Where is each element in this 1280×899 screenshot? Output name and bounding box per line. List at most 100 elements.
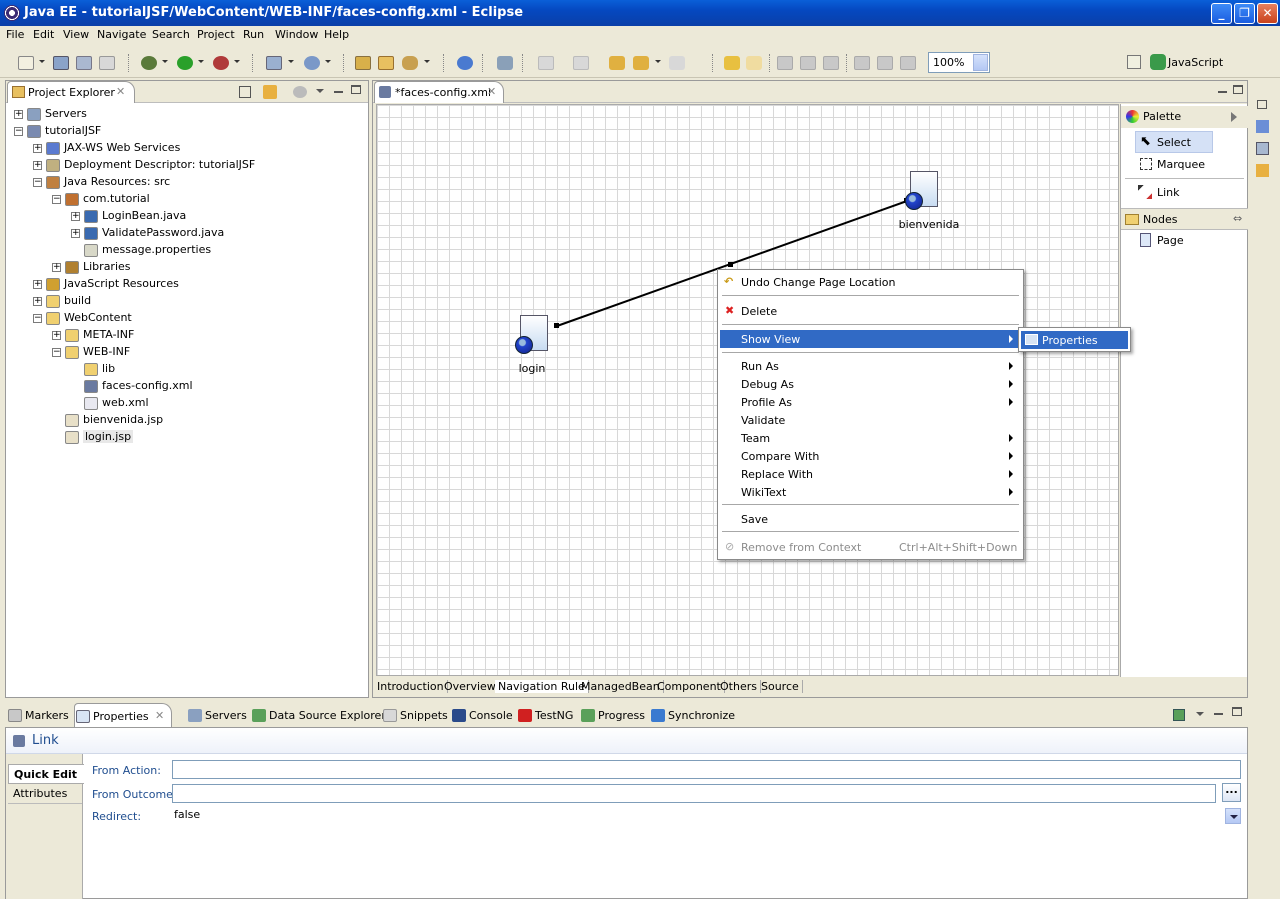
search-wand-icon[interactable] [402, 56, 418, 70]
expand-icon[interactable]: + [52, 263, 61, 272]
expand-icon[interactable]: + [33, 161, 42, 170]
from-outcome-field[interactable] [172, 784, 1216, 803]
save-all-icon[interactable] [76, 56, 92, 70]
side-tab-quick-edit[interactable]: Quick Edit [8, 764, 84, 784]
tree-item[interactable]: + Deployment Descriptor: tutorialJSF [6, 157, 366, 174]
menu-run[interactable]: Run [243, 28, 264, 41]
align-left-icon[interactable] [777, 56, 793, 70]
palette-item-page[interactable]: Page [1121, 230, 1248, 252]
tab-console[interactable]: Console [451, 706, 513, 726]
tree-item[interactable]: message.properties [6, 242, 366, 259]
new-icon[interactable] [18, 56, 34, 70]
collapse-icon[interactable]: − [33, 178, 42, 187]
tcp-monitor-icon[interactable] [497, 56, 513, 70]
collapse-icon[interactable]: − [52, 348, 61, 357]
new-server-dropdown-icon[interactable] [288, 60, 294, 63]
collapse-all-icon[interactable] [239, 86, 251, 98]
unpin-icon[interactable] [746, 56, 762, 70]
collapse-icon[interactable]: − [14, 127, 23, 136]
collapse-icon[interactable]: − [33, 314, 42, 323]
close-icon[interactable]: ✕ [116, 85, 125, 98]
view-menu-icon[interactable] [1196, 712, 1204, 716]
pin-view-icon[interactable] [1173, 709, 1185, 721]
previous-annotation-icon[interactable] [573, 56, 589, 70]
tab-project-explorer[interactable]: Project Explorer ✕ [7, 81, 135, 103]
tab-markers[interactable]: Markers [7, 706, 69, 726]
menu-item-remove-from-context[interactable]: ⊘ Remove from Context Ctrl+Alt+Shift+Dow… [720, 538, 1021, 556]
menu-navigate[interactable]: Navigate [97, 28, 146, 41]
tree-item[interactable]: faces-config.xml [6, 378, 366, 395]
web-service-dropdown-icon[interactable] [325, 60, 331, 63]
menu-item-debug-as[interactable]: Debug As [720, 375, 1021, 393]
expand-icon[interactable]: + [14, 110, 23, 119]
tab-source[interactable]: Source [758, 680, 803, 693]
close-button[interactable]: ✕ [1257, 3, 1278, 24]
tree-item[interactable]: + JavaScript Resources [6, 276, 366, 293]
tree-item[interactable]: − com.tutorial [6, 191, 366, 208]
minimize-view-icon[interactable] [334, 91, 343, 93]
tab-managedbean[interactable]: ManagedBean [578, 680, 664, 693]
run-dropdown-icon[interactable] [198, 60, 204, 63]
chevron-down-icon[interactable] [973, 54, 988, 71]
external-tools-icon[interactable] [213, 56, 229, 70]
menu-project[interactable]: Project [197, 28, 235, 41]
side-tab-attributes[interactable]: Attributes [8, 784, 82, 804]
maximize-view-icon[interactable] [351, 85, 361, 94]
browser-globe-icon[interactable] [457, 56, 473, 70]
menu-help[interactable]: Help [324, 28, 349, 41]
maximize-button[interactable]: ❐ [1234, 3, 1255, 24]
align-center-icon[interactable] [800, 56, 816, 70]
filter-icon[interactable] [293, 86, 307, 98]
save-icon[interactable] [53, 56, 69, 70]
palette-tool-link[interactable]: Link [1121, 182, 1248, 204]
menu-item-run-as[interactable]: Run As [720, 357, 1021, 375]
tab-testng[interactable]: TestNG [517, 706, 573, 726]
run-icon[interactable] [177, 56, 193, 70]
outline-view-icon[interactable] [1256, 120, 1269, 133]
browse-outcome-button[interactable]: ... [1222, 783, 1241, 802]
tree-item[interactable]: + META-INF [6, 327, 366, 344]
tree-item[interactable]: − tutorialJSF [6, 123, 366, 140]
from-action-field[interactable] [172, 760, 1241, 779]
tab-others[interactable]: Others [717, 680, 761, 693]
view-menu-icon[interactable] [316, 89, 324, 93]
tree-item[interactable]: − WebContent [6, 310, 366, 327]
align-top-icon[interactable] [854, 56, 870, 70]
tree-item[interactable]: + LoginBean.java [6, 208, 366, 225]
tree-item[interactable]: login.jsp [6, 429, 366, 446]
tab-introduction[interactable]: Introduction [374, 680, 448, 693]
new-dropdown-icon[interactable] [39, 60, 45, 63]
align-middle-icon[interactable] [877, 56, 893, 70]
collapse-icon[interactable]: − [52, 195, 61, 204]
new-server-icon[interactable] [266, 56, 282, 70]
tree-item[interactable]: + ValidatePassword.java [6, 225, 366, 242]
back-dropdown-icon[interactable] [655, 60, 661, 63]
page-node-bienvenida[interactable] [905, 171, 939, 211]
menu-window[interactable]: Window [275, 28, 318, 41]
palette-tool-select[interactable]: ⬉ Select [1135, 131, 1213, 153]
link-start-handle[interactable] [554, 323, 559, 328]
tree-item[interactable]: bienvenida.jsp [6, 412, 366, 429]
maximize-view-icon[interactable] [1232, 707, 1242, 716]
minimize-view-icon[interactable] [1214, 713, 1223, 715]
forward-icon[interactable] [669, 56, 685, 70]
palette-header[interactable]: Palette [1121, 106, 1248, 128]
menu-item-profile-as[interactable]: Profile As [720, 393, 1021, 411]
open-perspective-icon[interactable] [1127, 55, 1141, 69]
tab-data-source-explorer[interactable]: Data Source Explorer [251, 706, 386, 726]
expand-icon[interactable]: + [33, 297, 42, 306]
menu-item-team[interactable]: Team [720, 429, 1021, 447]
menu-file[interactable]: File [6, 28, 24, 41]
zoom-combo[interactable]: 100% [928, 52, 990, 73]
align-right-icon[interactable] [823, 56, 839, 70]
tab-faces-config[interactable]: *faces-config.xml ✕ [374, 81, 504, 103]
search-dropdown-icon[interactable] [424, 60, 430, 63]
expand-icon[interactable]: + [71, 229, 80, 238]
tasks-view-icon[interactable] [1256, 142, 1269, 155]
link-mid-handle[interactable] [728, 262, 733, 267]
tree-item[interactable]: − Java Resources: src [6, 174, 366, 191]
redirect-dropdown-button[interactable] [1225, 808, 1241, 824]
back-icon[interactable] [633, 56, 649, 70]
perspective-javascript[interactable]: JavaScript [1168, 56, 1223, 69]
tab-properties[interactable]: Properties ✕ [74, 703, 172, 727]
